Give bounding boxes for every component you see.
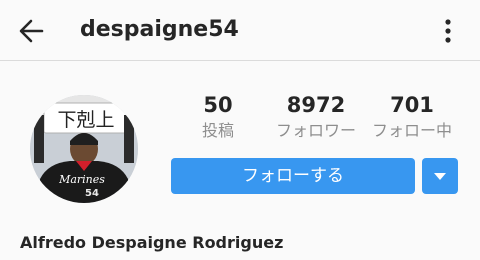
caret-down-icon — [434, 173, 446, 180]
profile-full-name: Alfredo Despaigne Rodriguez — [20, 233, 284, 252]
stat-following[interactable]: 701 フォロー中 — [364, 92, 460, 142]
profile-avatar[interactable]: 下剋上 Marines 54 — [30, 95, 138, 203]
follow-button[interactable]: フォローする — [171, 158, 415, 194]
stat-posts-value: 50 — [203, 93, 233, 117]
avatar-jersey-text: Marines — [58, 173, 105, 186]
stat-following-value: 701 — [390, 93, 434, 117]
stat-followers-value: 8972 — [286, 93, 346, 117]
stat-posts[interactable]: 50 投稿 — [188, 92, 248, 142]
arrow-left-icon — [19, 19, 44, 43]
vertical-ellipsis-icon — [445, 19, 451, 43]
stat-followers[interactable]: 8972 フォロワー — [266, 92, 366, 142]
suggestions-dropdown-button[interactable] — [422, 158, 458, 194]
stat-following-label: フォロー中 — [371, 121, 452, 140]
avatar-sign-text: 下剋上 — [57, 109, 114, 131]
back-button[interactable] — [14, 14, 48, 48]
top-bar: despaigne54 — [0, 0, 480, 61]
profile-username: despaigne54 — [80, 17, 239, 42]
avatar-jersey-number: 54 — [85, 188, 99, 199]
profile-photo: 下剋上 Marines 54 — [30, 95, 138, 203]
stat-posts-label: 投稿 — [201, 121, 234, 140]
more-options-button[interactable] — [434, 14, 462, 48]
stat-followers-label: フォロワー — [275, 121, 356, 140]
